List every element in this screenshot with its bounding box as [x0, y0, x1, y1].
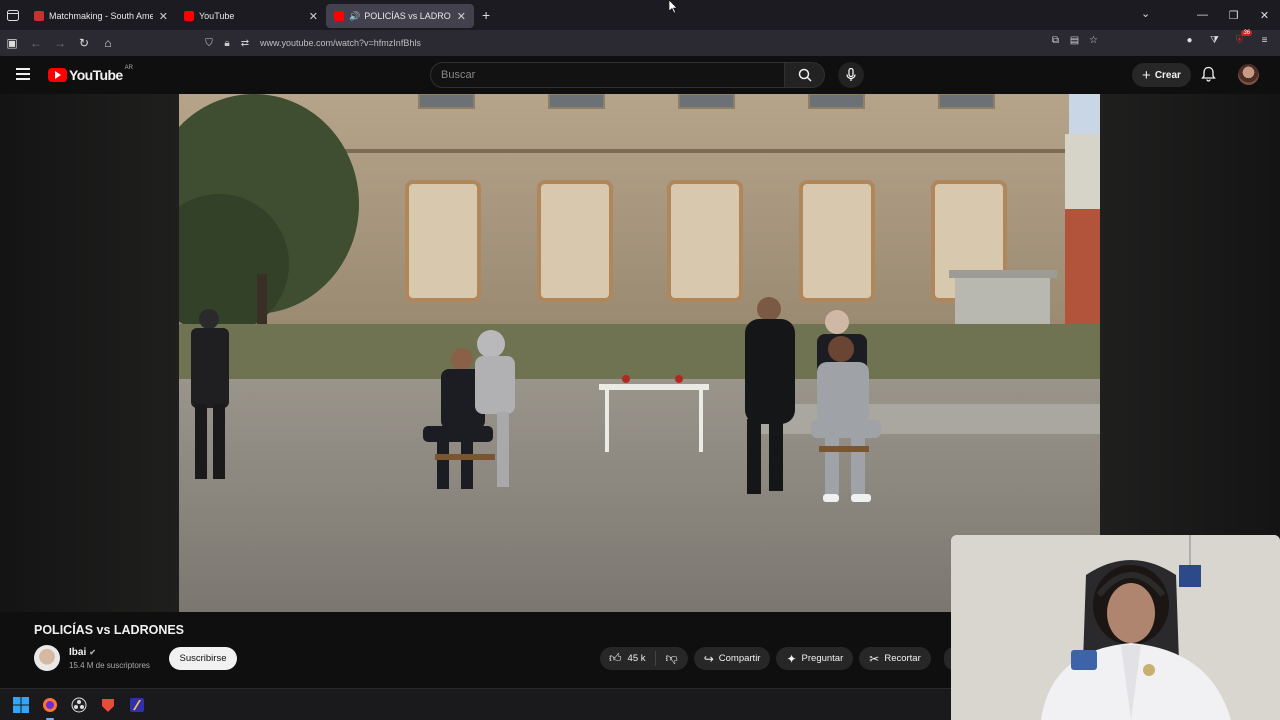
sidebar-toggle-icon[interactable]: ▣: [0, 30, 24, 56]
close-tab-icon[interactable]: ✕: [159, 10, 168, 23]
youtube-logo-text: YouTube: [69, 67, 123, 83]
youtube-play-logo-icon: [48, 68, 67, 82]
youtube-logo[interactable]: YouTube AR: [48, 65, 133, 83]
user-avatar[interactable]: [1238, 64, 1259, 85]
channel-name[interactable]: Ibai ✔: [69, 647, 96, 658]
windows-taskbar: [0, 688, 951, 720]
search-icon: [798, 68, 812, 82]
menu-icon[interactable]: ≡: [1257, 35, 1272, 50]
search-bar: Buscar: [430, 62, 825, 88]
channel-name-text[interactable]: Ibai: [69, 647, 86, 658]
tab-current-video[interactable]: 🔊 POLICÍAS vs LADRONES - Y ✕: [326, 4, 474, 28]
subscribe-button[interactable]: Suscribirse: [169, 647, 237, 670]
create-label: Crear: [1154, 69, 1181, 81]
picture-in-picture-icon[interactable]: ⧉: [1049, 35, 1062, 46]
webcam-frame: [951, 535, 1280, 720]
scissors-icon: ✂: [869, 651, 880, 666]
create-button[interactable]: + Crear: [1132, 63, 1191, 87]
sparkle-icon: ✦: [786, 651, 797, 666]
back-icon[interactable]: ←: [24, 30, 48, 56]
tab-matchmaking[interactable]: Matchmaking - South America ✕: [26, 4, 176, 28]
ask-label: Preguntar: [801, 653, 844, 664]
obs-icon[interactable]: [70, 696, 88, 714]
player-ambient-left: [0, 94, 179, 612]
like-count: 45 k: [627, 653, 646, 664]
app-launcher-icon[interactable]: [128, 696, 146, 714]
like-button[interactable]: 👍︎ 45 k: [600, 651, 656, 666]
bell-icon: [1201, 66, 1216, 82]
notifications-button[interactable]: [1201, 66, 1216, 87]
video-title: POLICÍAS vs LADRONES: [34, 623, 185, 637]
url-text[interactable]: www.youtube.com/watch?v=hfmzInfBhls: [260, 38, 421, 48]
browser-tab-bar: Matchmaking - South America ✕ YouTube ✕ …: [0, 0, 1280, 30]
youtube-favicon-icon: [334, 11, 344, 21]
lock-icon[interactable]: 🔒︎: [218, 38, 236, 49]
extensions-icon[interactable]: ⧩: [1207, 35, 1222, 50]
close-tab-icon[interactable]: ✕: [309, 10, 318, 23]
shield-icon[interactable]: ⛉: [200, 38, 218, 49]
share-label: Compartir: [718, 653, 761, 664]
share-button[interactable]: ↪ Compartir: [693, 647, 771, 670]
windows-start-icon[interactable]: [12, 696, 30, 714]
new-tab-icon[interactable]: +: [482, 7, 490, 23]
verified-check-icon: ✔: [89, 648, 96, 657]
clip-label: Recortar: [884, 653, 921, 664]
tab-list-icon[interactable]: [0, 0, 26, 30]
reload-icon[interactable]: ↻: [72, 30, 96, 56]
video-actions: 👍︎ 45 k 👎︎ ↪ Compartir ✦ Preguntar ✂ Rec…: [600, 647, 931, 670]
restore-icon[interactable]: ❐: [1218, 9, 1249, 22]
valorant-vanguard-icon[interactable]: [99, 696, 117, 714]
browser-nav-bar: ▣ ← → ↻ ⌂ ⛉ 🔒︎ ⇄ www.youtube.com/watch?v…: [0, 30, 1280, 56]
extension-badge: 36: [1241, 30, 1252, 36]
faceit-favicon-icon: [34, 11, 44, 21]
subscriber-count: 15.4 M de suscriptores: [69, 661, 150, 670]
thumbs-down-icon: 👎︎: [665, 651, 678, 665]
tab-youtube[interactable]: YouTube ✕: [176, 4, 326, 28]
ublock-extension-icon[interactable]: ⛨ 36: [1232, 30, 1252, 50]
mouse-cursor-icon: [668, 0, 678, 19]
address-bar-actions: ⧉ ▤ ☆: [1049, 35, 1100, 46]
window-controls: — ❐ ✕: [1187, 0, 1280, 30]
guide-menu-icon[interactable]: [16, 68, 30, 80]
youtube-favicon-icon: [184, 11, 194, 21]
microphone-icon: [846, 68, 856, 81]
plus-icon: +: [1142, 66, 1151, 84]
search-input[interactable]: Buscar: [430, 62, 785, 88]
reader-view-icon[interactable]: ▤: [1068, 35, 1081, 46]
tab-overflow-chevron-icon[interactable]: ⌄: [1141, 7, 1150, 20]
close-tab-icon[interactable]: ✕: [457, 10, 466, 23]
dislike-button[interactable]: 👎︎: [656, 651, 688, 666]
home-icon[interactable]: ⌂: [96, 30, 120, 56]
tab-title: Matchmaking - South America: [49, 11, 153, 21]
share-arrow-icon: ↪: [703, 651, 714, 666]
bookmark-star-icon[interactable]: ☆: [1087, 35, 1100, 46]
permissions-icon[interactable]: ⇄: [236, 38, 254, 49]
channel-avatar[interactable]: [34, 645, 60, 671]
toolbar-right: ● ⧩ ⛨ 36 ≡: [1182, 30, 1272, 50]
thumbs-up-icon: 👍︎: [609, 651, 622, 665]
forward-icon[interactable]: →: [48, 30, 72, 56]
tab-title: POLICÍAS vs LADRONES - Y: [364, 11, 451, 21]
close-window-icon[interactable]: ✕: [1249, 9, 1280, 22]
clip-button[interactable]: ✂ Recortar: [859, 647, 931, 670]
like-dislike-group: 👍︎ 45 k 👎︎: [600, 647, 688, 670]
streamer-webcam-overlay: [951, 535, 1280, 720]
account-icon[interactable]: ●: [1182, 35, 1197, 50]
ask-button[interactable]: ✦ Preguntar: [776, 647, 854, 670]
minimize-icon[interactable]: —: [1187, 9, 1218, 21]
country-code: AR: [124, 65, 133, 71]
search-button[interactable]: [785, 62, 825, 88]
speaker-icon[interactable]: 🔊: [349, 11, 360, 22]
address-bar[interactable]: ⛉ 🔒︎ ⇄ www.youtube.com/watch?v=hfmzInfBh…: [200, 33, 1100, 53]
tab-title: YouTube: [199, 11, 235, 21]
youtube-header: YouTube AR Buscar + Crear: [0, 56, 1280, 94]
voice-search-button[interactable]: [838, 62, 864, 88]
firefox-icon[interactable]: [41, 696, 59, 720]
